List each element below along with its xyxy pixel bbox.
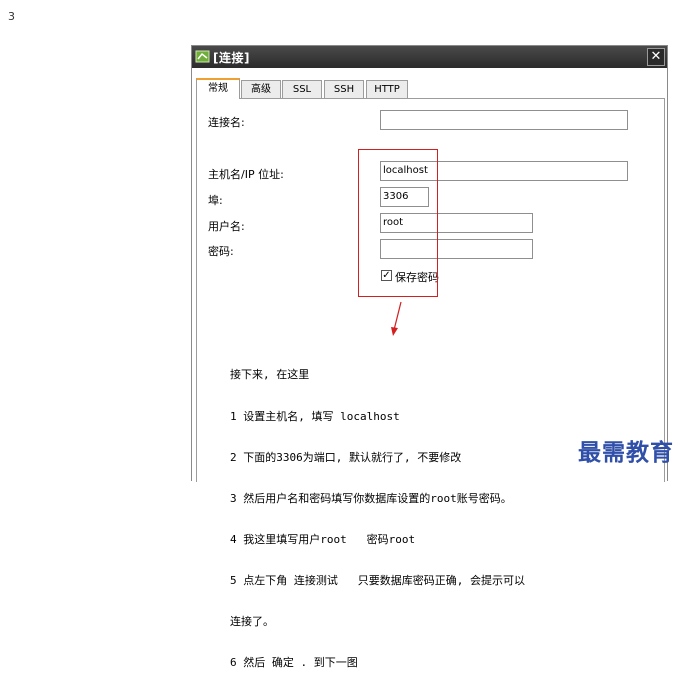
instruction-line: 5 点左下角 连接测试 只要数据库密码正确, 会提示可以 [230,573,525,587]
close-button[interactable]: ✕ [647,48,665,66]
watermark-logo: 最需教育 [578,439,674,466]
connection-app-icon [195,50,210,63]
instruction-line: 连接了。 [230,615,274,629]
tab-advanced[interactable]: 高级 [241,80,281,98]
tab-bar: 常规 高级 SSL SSH HTTP [196,78,656,99]
instruction-line: 6 然后 确定 . 到下一图 [230,656,358,670]
instruction-line: 1 设置主机名, 填写 localhost [230,409,400,423]
instruction-text: 接下来, 在这里 1 设置主机名, 填写 localhost 2 下面的3306… [230,341,650,684]
tab-label: 常规 [208,83,228,94]
step-number: 3 [8,10,15,23]
host-label: 主机名/IP 位址: [208,168,284,181]
tab-label: SSL [292,84,312,95]
tab-label: HTTP [374,84,400,95]
connection-name-input[interactable] [380,110,628,130]
instruction-line: 接下来, 在这里 [230,368,310,382]
close-icon: ✕ [650,49,662,64]
tab-ssh[interactable]: SSH [324,80,364,98]
tab-label: 高级 [251,84,271,95]
dialog-titlebar[interactable]: [连接] ✕ [192,46,667,68]
instruction-line: 4 我这里填写用户root 密码root [230,532,416,546]
password-label: 密码: [208,245,234,258]
tab-label: SSH [333,84,355,95]
tab-ssl[interactable]: SSL [282,80,322,98]
dialog-title: [连接] [213,51,250,65]
annotation-highlight-box [358,149,438,297]
connection-name-label: 连接名: [208,116,245,129]
tab-general[interactable]: 常规 [196,78,240,99]
username-label: 用户名: [208,220,245,233]
instruction-line: 3 然后用户名和密码填写你数据库设置的root账号密码。 [230,491,512,505]
port-label: 埠: [208,194,223,207]
annotation-arrow-icon [391,301,402,336]
tab-http[interactable]: HTTP [366,80,408,98]
